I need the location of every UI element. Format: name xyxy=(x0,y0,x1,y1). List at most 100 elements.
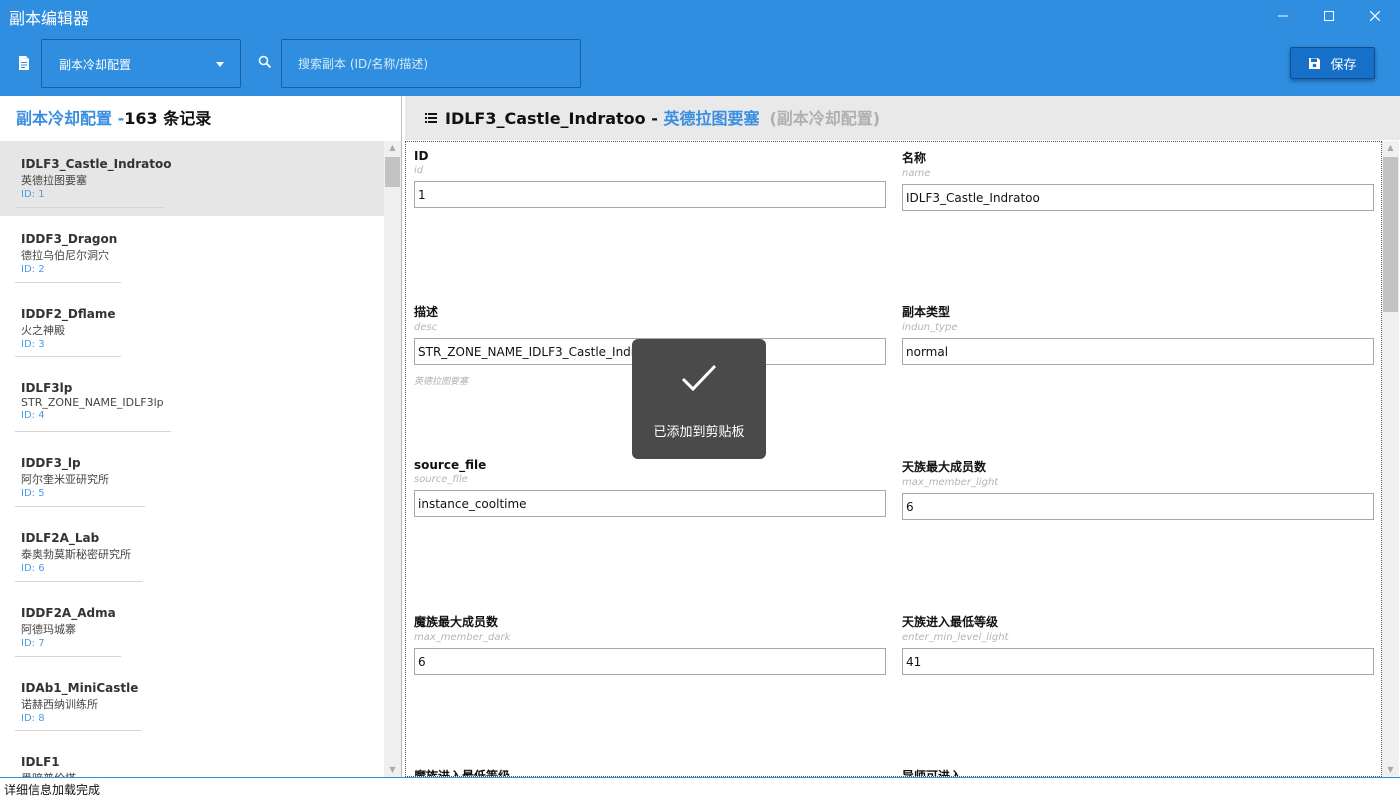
list-item-id: ID: 3 xyxy=(21,338,45,350)
field-label: 魔族最大成员数 xyxy=(414,615,499,629)
list-item-divider xyxy=(15,505,145,507)
list-item[interactable]: IDDF2_Dflame 火之神殿 ID: 3 xyxy=(0,291,384,366)
list-icon xyxy=(425,113,437,123)
minimize-button[interactable] xyxy=(1260,0,1306,32)
toast-message: 已添加到剪贴板 xyxy=(653,425,745,440)
field-label: 副本类型 xyxy=(902,305,951,319)
list-item[interactable]: IDLF2A_Lab 泰奥勃莫斯秘密研究所 ID: 6 xyxy=(0,515,384,590)
config-type-select-value: 副本冷却配置 xyxy=(59,58,132,72)
app-title: 副本编辑器 xyxy=(9,9,90,28)
field-enter-min-level-dark: 魔族进入最低等级 xyxy=(414,767,886,777)
enter-min-level-light-input[interactable] xyxy=(902,648,1374,675)
list-item-name: IDLF3lp xyxy=(21,381,73,396)
list-config-name: 副本冷却配置 - xyxy=(16,109,125,128)
minimize-icon xyxy=(1278,15,1288,17)
list-item-divider xyxy=(15,655,121,657)
scroll-up-arrow-icon[interactable]: ▲ xyxy=(1382,141,1399,155)
list-item-name: IDLF2A_Lab xyxy=(21,530,100,545)
list-item[interactable]: IDDF3_Dragon 德拉乌伯尼尔洞穴 ID: 2 xyxy=(0,216,384,291)
list-item-name: IDDF2A_Adma xyxy=(21,605,116,620)
list-item-subtitle: 泰奥勃莫斯秘密研究所 xyxy=(21,547,131,561)
field-label: 魔族进入最低等级 xyxy=(414,769,511,777)
list-item[interactable]: IDLF3_Castle_Indratoo 英德拉图要塞 ID: 1 xyxy=(0,141,384,216)
detail-form: ID id 名称 name 描述 desc 英德拉图要塞 副本类型 indun_… xyxy=(405,141,1382,777)
chevron-down-icon xyxy=(216,62,224,67)
list-item-id: ID: 4 xyxy=(21,410,45,422)
list-item-id: ID: 6 xyxy=(21,562,45,574)
field-mentor-entry: 导师可进入 xyxy=(902,767,1374,777)
field-label: 描述 xyxy=(414,305,439,319)
indun-type-input[interactable] xyxy=(902,338,1374,365)
record-list: IDLF3_Castle_Indratoo 英德拉图要塞 ID: 1 IDDF3_Dr… xyxy=(0,141,384,777)
clipboard-toast: 已添加到剪贴板 xyxy=(632,339,766,459)
list-item-divider xyxy=(15,206,165,208)
detail-scroll-thumb[interactable] xyxy=(1383,157,1398,312)
max-member-dark-input[interactable] xyxy=(414,648,886,675)
close-icon xyxy=(1370,11,1380,21)
scroll-down-arrow-icon[interactable]: ▼ xyxy=(1382,763,1399,777)
list-item-name: IDDF2_Dflame xyxy=(21,306,116,321)
detail-header: IDLF3_Castle_Indratoo - 英德拉图要塞 (副本冷却配置) xyxy=(405,96,1400,140)
field-key: source_file xyxy=(414,474,468,485)
list-item-subtitle: 德拉乌伯尼尔洞穴 xyxy=(21,248,109,262)
list-item[interactable]: IDLF3lp STR_ZONE_NAME_IDLF3lp ID: 4 xyxy=(0,365,384,440)
field-key: id xyxy=(414,165,424,176)
maximize-icon xyxy=(1324,11,1334,21)
close-button[interactable] xyxy=(1352,0,1398,32)
field-indun-type: 副本类型 indun_type xyxy=(902,303,1374,365)
save-button-label: 保存 xyxy=(1330,57,1357,73)
detail-title-separator: - xyxy=(645,109,664,128)
record-list-header: 副本冷却配置 -163 条记录 xyxy=(0,96,401,140)
list-item[interactable]: IDAb1_MiniCastle 诺赫西纳训练所 ID: 8 xyxy=(0,665,384,740)
document-icon xyxy=(19,56,29,70)
field-label: source_file xyxy=(414,458,487,472)
list-item-subtitle: 阿尔奎米亚研究所 xyxy=(21,473,109,487)
field-key: max_member_dark xyxy=(414,632,511,643)
list-item-divider xyxy=(15,580,143,582)
field-label: 导师可进入 xyxy=(902,769,963,777)
field-max-member-dark: 魔族最大成员数 max_member_dark xyxy=(414,613,886,675)
config-type-select[interactable]: 副本冷却配置 xyxy=(41,39,241,88)
scroll-up-arrow-icon[interactable]: ▲ xyxy=(384,141,401,155)
record-list-scrollbar[interactable]: ▲ ▼ xyxy=(384,141,401,777)
search-input[interactable] xyxy=(281,39,581,88)
id-input[interactable] xyxy=(414,181,886,208)
source-file-input[interactable] xyxy=(414,490,886,517)
field-key: desc xyxy=(414,322,438,333)
detail-scrollbar[interactable]: ▲ ▼ xyxy=(1382,141,1399,777)
detail-id-name: IDLF3_Castle_Indratoo xyxy=(445,109,646,128)
scroll-down-arrow-icon[interactable]: ▼ xyxy=(384,763,401,777)
field-id: ID id xyxy=(414,149,886,208)
field-key: indun_type xyxy=(902,322,958,333)
max-member-light-input[interactable] xyxy=(902,493,1374,520)
field-key: name xyxy=(902,168,931,179)
list-item[interactable]: IDDF3_lp 阿尔奎米亚研究所 ID: 5 xyxy=(0,440,384,515)
list-item[interactable]: IDDF2A_Adma 阿德玛城寨 ID: 7 xyxy=(0,590,384,665)
field-source-file: source_file source_file xyxy=(414,458,886,517)
record-list-panel: 副本冷却配置 -163 条记录 IDLF3_Castle_Indratoo 英德拉… xyxy=(0,96,402,777)
detail-category: (副本冷却配置) xyxy=(769,109,881,128)
list-item-subtitle: 诺赫西纳训练所 xyxy=(21,697,98,711)
list-item-name: IDLF3_Castle_Indratoo xyxy=(21,157,172,171)
field-label: 天族最大成员数 xyxy=(902,460,987,474)
list-item-id: ID: 7 xyxy=(21,637,45,649)
field-enter-min-level-light: 天族进入最低等级 enter_min_level_light xyxy=(902,613,1374,675)
list-item-divider xyxy=(15,356,121,358)
field-name: 名称 name xyxy=(902,149,1374,211)
list-item-name: IDLF1 xyxy=(21,755,60,770)
name-input[interactable] xyxy=(902,184,1374,211)
list-item-name: IDAb1_MiniCastle xyxy=(21,680,139,695)
field-key: enter_min_level_light xyxy=(902,632,1009,643)
record-list-title: 副本冷却配置 -163 条记录 xyxy=(16,105,211,129)
save-button[interactable]: 保存 xyxy=(1290,47,1375,79)
record-list-scroll-thumb[interactable] xyxy=(385,157,400,187)
list-item-divider xyxy=(15,281,121,283)
list-item-name: IDDF3_lp xyxy=(21,456,81,471)
list-item-id: ID: 1 xyxy=(21,189,45,200)
maximize-button[interactable] xyxy=(1306,0,1352,32)
title-toolbar-area: 副本编辑器 副本冷却配置 保存 xyxy=(0,0,1400,96)
list-item-subtitle: STR_ZONE_NAME_IDLF3lp xyxy=(21,396,164,410)
list-item[interactable]: IDLF1黑暗普伦塔ID: 9 xyxy=(0,739,384,777)
checkmark-icon xyxy=(681,364,717,392)
list-item-id: ID: 2 xyxy=(21,263,45,275)
